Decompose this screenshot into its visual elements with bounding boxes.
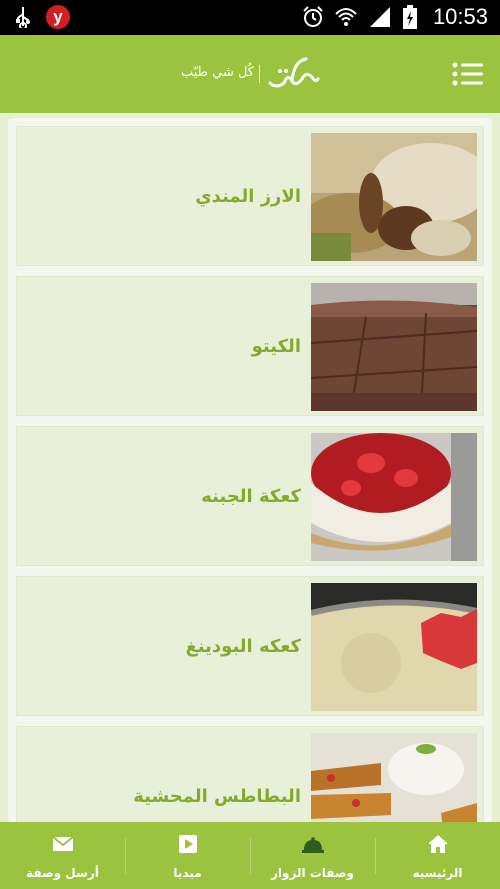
nav-label: وصفات الزوار [271, 866, 354, 880]
y-app-badge: y [46, 5, 70, 29]
recipe-card[interactable]: كعكه البودينغ [16, 576, 484, 716]
app-bar: كُل شي طيّب [0, 35, 500, 113]
play-icon [178, 835, 197, 853]
recipe-image-keto-cake [311, 283, 477, 411]
recipe-card[interactable]: البطاطس المحشية [16, 726, 484, 822]
recipe-card[interactable]: كعكة الجبنه [16, 426, 484, 566]
nav-visitor-recipes[interactable]: وصفات الزوار [250, 822, 375, 889]
recipe-card[interactable]: الارز المندي [16, 126, 484, 266]
app-logo [268, 57, 320, 88]
nav-divider [125, 838, 126, 874]
logo-divider [259, 65, 260, 83]
recipe-card[interactable]: الكيتو [16, 276, 484, 416]
app-slogan: كُل شي طيّب [180, 65, 254, 80]
recipe-list[interactable]: الارز المندي الكيتو كعكة الجبنه كعكه الب… [8, 118, 492, 822]
battery-icon [403, 5, 417, 29]
usb-icon [16, 7, 30, 28]
nav-divider [375, 838, 376, 874]
recipe-title: كعكة الجبنه [201, 485, 301, 507]
signal-icon [370, 7, 390, 27]
nav-label: ميديا [173, 866, 202, 880]
nav-home[interactable]: الرئيسيه [375, 822, 500, 889]
nav-label: الرئيسيه [412, 866, 463, 880]
nav-label: أرسل وصفة [26, 866, 99, 880]
recipe-title: البطاطس المحشية [133, 785, 301, 807]
status-bar: y 10:53 [0, 0, 500, 35]
nav-send-recipe[interactable]: أرسل وصفة [0, 822, 125, 889]
recipe-image-mandi-rice [311, 133, 477, 261]
recipe-image-pudding-cake [311, 583, 477, 711]
recipe-title: كعكه البودينغ [185, 635, 301, 657]
recipe-image-stuffed-potatoes [311, 733, 477, 822]
alarm-icon [303, 6, 323, 27]
nav-divider [250, 838, 251, 874]
wifi-icon [335, 8, 357, 26]
recipe-title: الارز المندي [195, 185, 301, 207]
cloche-icon [301, 837, 324, 853]
list-menu-icon[interactable] [452, 62, 484, 86]
recipe-image-cheesecake [311, 433, 477, 561]
mail-icon [51, 836, 74, 851]
clock: 10:53 [432, 4, 488, 29]
bottom-nav: الرئيسيه وصفات الزوار ميديا أرسل وصفة [0, 822, 500, 889]
nav-media[interactable]: ميديا [125, 822, 250, 889]
home-icon [427, 835, 448, 853]
recipe-title: الكيتو [251, 335, 301, 357]
